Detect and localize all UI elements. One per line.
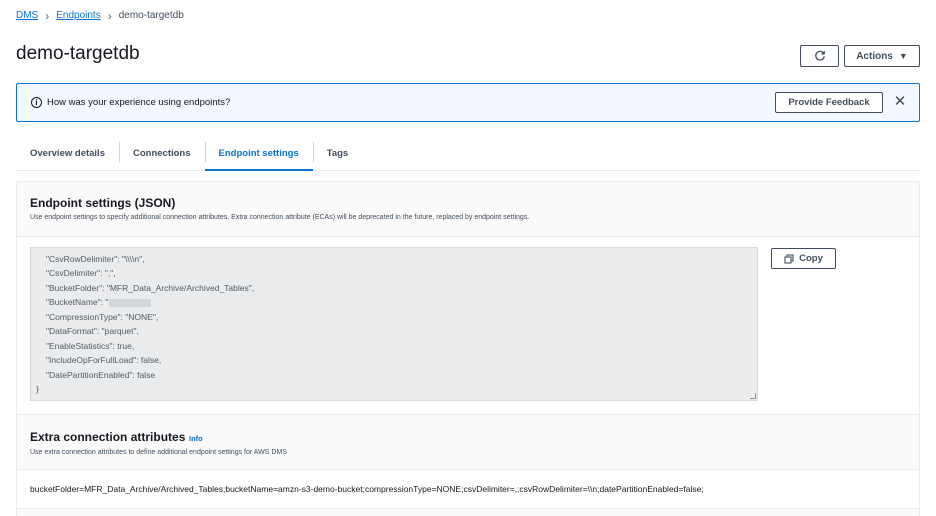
breadcrumb-dms[interactable]: DMS — [16, 10, 38, 21]
breadcrumb-current: demo-targetdb — [118, 10, 184, 21]
json-line: "BucketFolder": "MFR_Data_Archive/Archiv… — [46, 283, 255, 293]
tab-endpoint-settings[interactable]: Endpoint settings — [204, 136, 313, 171]
tab-connections[interactable]: Connections — [118, 136, 205, 170]
chevron-right-icon: › — [45, 8, 50, 23]
close-icon[interactable]: ✕ — [893, 94, 907, 110]
json-textarea[interactable]: "CsvRowDelimiter": "\\\\n", "CsvDelimite… — [30, 247, 758, 401]
refresh-icon — [814, 50, 825, 61]
extra-attributes-header: Extra connection attributes Info Use ext… — [17, 414, 919, 470]
json-line: "EnableStatistics": true, — [46, 341, 135, 351]
json-line: "CsvDelimiter": ",", — [46, 268, 116, 278]
endpoint-settings-body: "CsvRowDelimiter": "\\\\n", "CsvDelimite… — [17, 238, 919, 414]
extra-attributes-value: bucketFolder=MFR_Data_Archive/Archived_T… — [30, 484, 704, 494]
json-line: "IncludeOpForFullLoad": false, — [46, 355, 162, 365]
actions-button[interactable]: Actions ▼ — [844, 45, 920, 67]
feedback-text: How was your experience using endpoints? — [47, 97, 231, 108]
endpoint-settings-panel: Endpoint settings (JSON) Use endpoint se… — [16, 181, 920, 516]
provide-feedback-button[interactable]: Provide Feedback — [775, 92, 883, 113]
copy-button[interactable]: Copy — [771, 248, 836, 269]
resize-handle[interactable] — [750, 393, 756, 399]
page-title: demo-targetdb — [16, 43, 140, 64]
copy-label: Copy — [799, 253, 823, 264]
extra-attributes-description: Use extra connection attributes to defin… — [30, 449, 287, 456]
json-line: "BucketName": " — [46, 297, 152, 307]
caret-down-icon: ▼ — [898, 51, 908, 61]
breadcrumb: DMS › Endpoints › demo-targetdb — [16, 8, 184, 23]
json-line: "CompressionType": "NONE", — [46, 312, 159, 322]
json-line-text: "BucketName": " — [46, 297, 109, 307]
breadcrumb-endpoints[interactable]: Endpoints — [56, 10, 100, 21]
json-line: "CsvRowDelimiter": "\\\\n", — [46, 254, 145, 264]
info-icon: i — [31, 97, 42, 108]
extra-attributes-title: Extra connection attributes — [30, 430, 186, 444]
chevron-right-icon: › — [107, 8, 112, 23]
tab-overview-details[interactable]: Overview details — [16, 136, 119, 170]
tab-tags[interactable]: Tags — [312, 136, 362, 170]
json-line: "DataFormat": "parquet", — [46, 326, 139, 336]
endpoint-settings-header: Endpoint settings (JSON) Use endpoint se… — [17, 182, 919, 237]
endpoint-settings-title: Endpoint settings (JSON) — [30, 196, 176, 210]
info-link[interactable]: Info — [189, 434, 203, 443]
tab-bar: Overview details Connections Endpoint se… — [16, 136, 920, 171]
redacted-value — [109, 298, 152, 307]
extra-attributes-body: bucketFolder=MFR_Data_Archive/Archived_T… — [17, 471, 919, 509]
actions-label: Actions — [856, 50, 893, 62]
feedback-banner: i How was your experience using endpoint… — [16, 83, 920, 122]
json-closing-brace: } — [36, 384, 39, 394]
refresh-button[interactable] — [800, 45, 839, 67]
json-line: "DatePartitionEnabled": false — [46, 370, 156, 380]
copy-icon — [784, 253, 794, 264]
endpoint-settings-description: Use endpoint settings to specify additio… — [30, 214, 530, 221]
